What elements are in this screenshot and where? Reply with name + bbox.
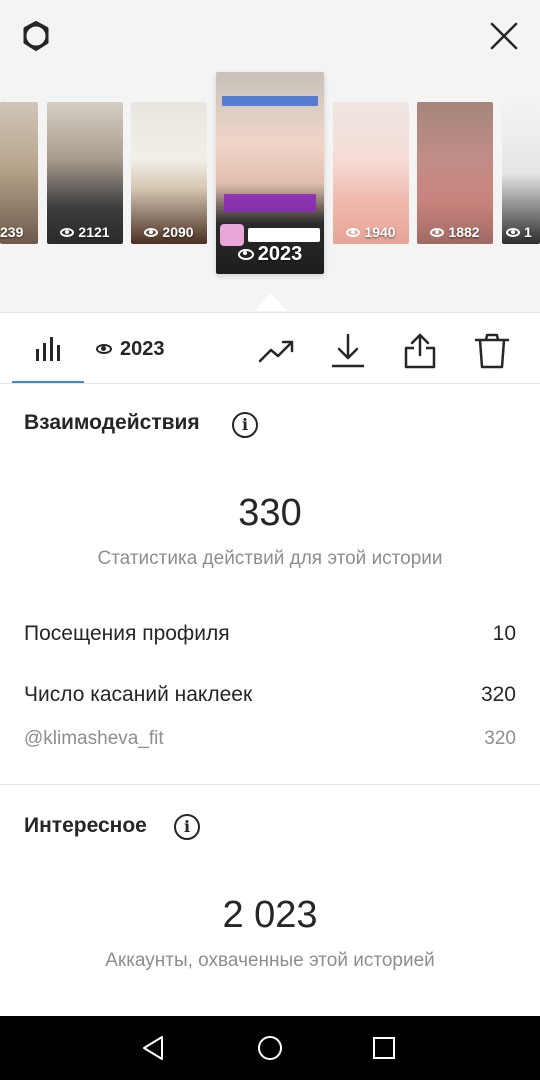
views-count-value: 2023 [120,338,165,360]
home-icon[interactable] [254,1032,286,1064]
discovery-total: 2 023 [222,894,318,936]
eye-icon [237,249,254,260]
download-icon[interactable] [328,331,368,371]
sticker-taps-value: 320 [480,683,516,706]
bar-chart-icon[interactable] [32,333,64,365]
interactions-caption: Статистика действий для этой истории [97,548,443,569]
sticker-taps-label: Число касаний наклеек [24,683,253,706]
mention-sticker [248,228,320,242]
story-views: 1940 [364,224,396,240]
story-thumbnail[interactable]: 2090 [131,102,207,244]
eye-icon [346,228,361,237]
share-icon[interactable] [400,331,440,371]
eye-icon [60,228,75,237]
story-thumbnail[interactable]: 1 [502,102,540,244]
system-navbar [0,1016,540,1080]
section-divider [0,784,540,785]
story-thumbnail[interactable]: 1940 [333,102,409,244]
story-views: 2090 [162,224,194,240]
eye-icon [144,228,159,237]
profile-visits-value: 10 [492,622,516,645]
mention-sticker-label: @klimasheva_fit [24,728,164,749]
mention-sticker-value: 320 [484,728,516,749]
story-views: 239 [0,224,24,240]
story-views: 2121 [78,224,110,240]
insights-toolbar: 2023 [0,312,540,384]
story-views: 2023 [257,243,303,265]
trending-icon[interactable] [256,331,296,371]
profile-visits-label: Посещения профиля [24,622,230,645]
gear-icon[interactable] [16,16,56,56]
selected-pointer [255,293,287,311]
story-sticker [224,194,316,212]
interactions-total: 330 [238,492,302,534]
close-icon[interactable] [484,16,524,56]
discovery-caption: Аккаунты, охваченные этой историей [105,950,435,971]
info-icon[interactable]: i [174,814,200,840]
discovery-title: Интересное [24,814,147,837]
interactions-title: Взаимодействия [24,411,200,434]
story-thumbnail[interactable]: 1882 [417,102,493,244]
views-count: 2023 [96,335,165,363]
story-views: 1882 [448,224,480,240]
eye-icon [96,344,112,354]
eye-icon [506,228,520,237]
story-thumbnail[interactable]: 2121 [47,102,123,244]
recents-icon[interactable] [368,1032,400,1064]
eye-icon [430,228,445,237]
story-sticker [222,96,318,106]
story-thumbnail[interactable]: 239 [0,102,38,244]
story-views: 1 [524,224,532,240]
story-thumbnail-selected[interactable]: 2023 [216,72,324,274]
back-icon[interactable] [138,1032,170,1064]
active-tab-indicator [12,381,84,383]
trash-icon[interactable] [472,331,512,371]
info-icon[interactable]: i [232,412,258,438]
